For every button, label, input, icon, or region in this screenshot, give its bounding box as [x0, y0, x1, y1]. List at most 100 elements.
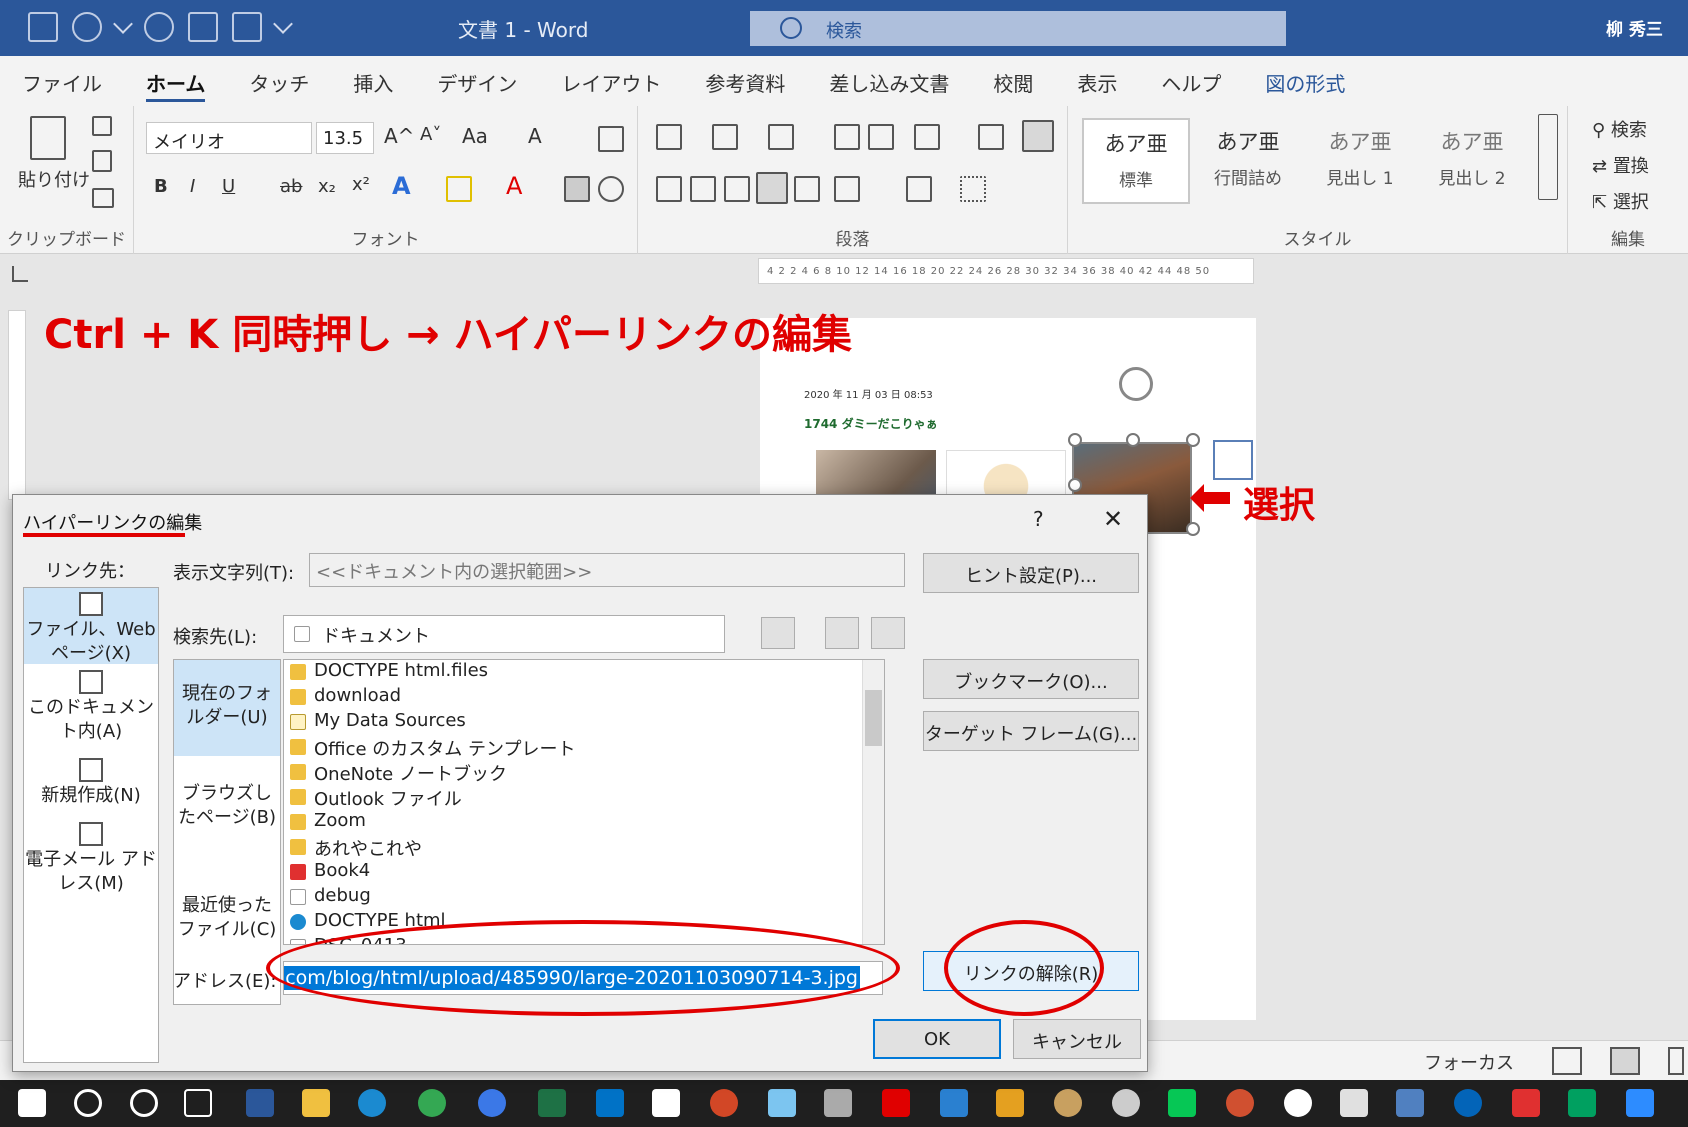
file-list-item[interactable]: Book4 [284, 860, 884, 885]
tab-design[interactable]: デザイン [437, 56, 517, 106]
link-type-this-document[interactable]: このドキュメント内(A) [24, 668, 158, 746]
resize-handle[interactable] [1186, 433, 1200, 447]
target-frame-button[interactable]: ターゲット フレーム(G)... [923, 711, 1139, 751]
char-layout-icon[interactable] [914, 124, 940, 150]
browse-file-icon[interactable] [871, 617, 905, 649]
numbering-icon[interactable] [712, 124, 738, 150]
subscript-icon[interactable]: x₂ [318, 176, 336, 197]
replace-button[interactable]: ⇄ 置換 [1592, 152, 1649, 178]
paste-icon[interactable] [30, 116, 66, 160]
file-list-item[interactable]: download [284, 685, 884, 710]
app-icon[interactable] [1340, 1089, 1368, 1117]
customize-qat-icon[interactable] [273, 14, 293, 34]
char-shading-icon[interactable] [564, 176, 590, 202]
ok-button[interactable]: OK [873, 1019, 1001, 1059]
line-icon[interactable] [1168, 1089, 1196, 1117]
app-icon[interactable] [1226, 1089, 1254, 1117]
tab-help[interactable]: ヘルプ [1161, 56, 1221, 106]
undo-dropdown-icon[interactable] [113, 14, 133, 34]
bold-icon[interactable]: B [154, 176, 168, 197]
screen-tip-button[interactable]: ヒント設定(P)... [923, 553, 1139, 593]
zoom-icon[interactable] [1626, 1089, 1654, 1117]
current-folder-item[interactable]: 現在のフォルダー(U) [174, 660, 280, 756]
photos-icon[interactable] [940, 1089, 968, 1117]
cut-icon[interactable] [92, 116, 112, 136]
resize-handle[interactable] [1068, 478, 1082, 492]
font-color-icon[interactable]: A [506, 172, 522, 200]
file-list-item[interactable]: debug [284, 885, 884, 910]
task-view-icon[interactable] [184, 1089, 212, 1117]
web-layout-icon[interactable] [1668, 1047, 1684, 1075]
grow-font-icon[interactable]: A^ [384, 124, 414, 148]
cancel-button[interactable]: キャンセル [1013, 1019, 1141, 1059]
pdf-png-icon[interactable] [1512, 1089, 1540, 1117]
link-type-email[interactable]: 電子メール アドレス(M) [24, 820, 158, 898]
strikethrough-icon[interactable]: ab [280, 176, 302, 197]
file-list-item[interactable]: Office のカスタム テンプレート [284, 735, 884, 760]
italic-icon[interactable]: I [190, 176, 195, 197]
tab-selector-icon[interactable] [12, 266, 28, 282]
play-icon[interactable] [1568, 1089, 1596, 1117]
copy-icon[interactable] [92, 150, 112, 172]
file-list-scrollbar[interactable] [862, 660, 884, 944]
tab-picture-format[interactable]: 図の形式 [1265, 56, 1345, 106]
resize-handle[interactable] [1068, 433, 1082, 447]
app-icon[interactable] [1396, 1089, 1424, 1117]
multilevel-list-icon[interactable] [768, 124, 794, 150]
file-list-item[interactable]: My Data Sources [284, 710, 884, 735]
decrease-indent-icon[interactable] [834, 124, 860, 150]
outlook-icon[interactable] [596, 1089, 624, 1117]
google-icon[interactable] [1284, 1089, 1312, 1117]
styles-scroll-icon[interactable] [1538, 114, 1558, 200]
print-layout-icon[interactable] [1610, 1047, 1640, 1075]
tab-insert[interactable]: 挿入 [353, 56, 393, 106]
clear-format-icon[interactable]: A [528, 124, 542, 148]
rotate-handle-icon[interactable] [1119, 367, 1153, 401]
app-icon[interactable] [824, 1089, 852, 1117]
style-heading-1[interactable]: あア亜 見出し 1 [1306, 118, 1414, 204]
distributed-icon[interactable] [794, 176, 820, 202]
underline-icon[interactable]: U [222, 176, 235, 197]
select-button[interactable]: ⇱ 選択 [1592, 188, 1649, 214]
file-list-item[interactable]: DOCTYPE html.files [284, 660, 884, 685]
undo-icon[interactable] [72, 12, 102, 42]
focus-mode-button[interactable]: フォーカス [1424, 1049, 1514, 1075]
align-left-icon[interactable] [656, 176, 682, 202]
amazon-icon[interactable] [652, 1089, 680, 1117]
show-marks-icon[interactable] [1022, 120, 1054, 152]
superscript-icon[interactable]: x² [352, 174, 370, 195]
save-icon[interactable] [28, 12, 58, 42]
browse-web-icon[interactable] [825, 617, 859, 649]
shading-icon[interactable] [906, 176, 932, 202]
read-mode-icon[interactable] [1552, 1047, 1582, 1075]
browsed-pages-item[interactable]: ブラウズしたページ(B) [174, 772, 280, 846]
style-heading-2[interactable]: あア亜 見出し 2 [1418, 118, 1526, 204]
file-list-item[interactable]: Outlook ファイル [284, 785, 884, 810]
edit-doc2-icon[interactable] [232, 12, 262, 42]
file-list-item[interactable]: OneNote ノートブック [284, 760, 884, 785]
scrollbar-thumb[interactable] [865, 690, 882, 746]
redo-icon[interactable] [144, 12, 174, 42]
cortana-icon[interactable] [130, 1089, 158, 1117]
tab-mailings[interactable]: 差し込み文書 [829, 56, 949, 106]
tab-home[interactable]: ホーム [146, 56, 206, 106]
display-text-field[interactable]: <<ドキュメント内の選択範囲>> [309, 553, 905, 587]
start-icon[interactable] [18, 1089, 46, 1117]
shrink-font-icon[interactable]: A˅ [420, 124, 441, 145]
recent-files-item[interactable]: 最近使ったファイル(C) [174, 884, 280, 958]
browse-folder-up-icon[interactable] [761, 617, 795, 649]
look-in-combo[interactable]: ドキュメント [283, 615, 725, 653]
enclose-char-icon[interactable] [598, 176, 624, 202]
app-icon[interactable] [1112, 1089, 1140, 1117]
font-size-combo[interactable]: 13.5 [316, 122, 374, 154]
tab-view[interactable]: 表示 [1077, 56, 1117, 106]
align-center-icon[interactable] [690, 176, 716, 202]
vertical-ruler[interactable] [8, 310, 26, 500]
change-case-icon[interactable]: Aa [462, 124, 488, 148]
horizontal-ruler[interactable]: 4 2 2 4 6 8 10 12 14 16 18 20 22 24 26 2… [758, 258, 1254, 284]
onedrive-icon[interactable] [1454, 1089, 1482, 1117]
link-type-new-document[interactable]: 新規作成(N) [24, 756, 158, 818]
style-no-spacing[interactable]: あア亜 行間詰め [1194, 118, 1302, 204]
bookmark-button[interactable]: ブックマーク(O)... [923, 659, 1139, 699]
resize-handle[interactable] [1126, 433, 1140, 447]
